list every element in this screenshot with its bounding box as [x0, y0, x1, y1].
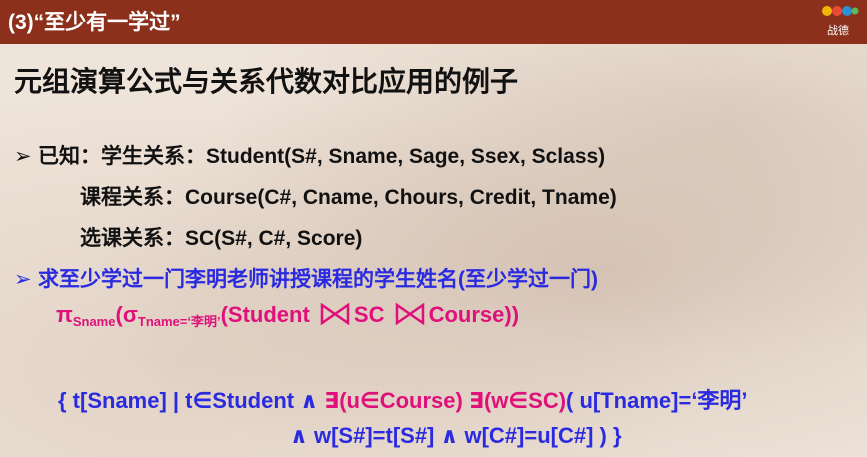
pi-subscript: Sname — [72, 314, 116, 329]
sc-label: 选课关系： — [80, 227, 185, 250]
calculus-part1: { t[Sname] | t∈Student ∧ — [58, 388, 325, 413]
slide-title: (3)“至少有一学过” — [8, 11, 181, 34]
query-text: 求至少学过一门李明老师讲授课程的学生姓名(至少学过一门) — [38, 268, 598, 291]
tuple-calculus-line1: { t[Sname] | t∈Student ∧ ∃(u∈Course) ∃(w… — [58, 383, 748, 415]
known-lead: 已知：学生关系： — [38, 145, 206, 168]
relational-algebra-formula: πSname(σTname=‘李明’(Student SC Course)) — [56, 302, 519, 330]
title-bar: (3)“至少有一学过” 战德 — [0, 0, 867, 44]
sc-schema: SC(S#, C#, Score) — [185, 227, 363, 250]
pi-symbol: π — [56, 302, 73, 327]
logo-text: 战德 — [827, 24, 849, 37]
natural-join-icon — [395, 303, 424, 325]
known-sc-line: 选课关系：SC(S#, C#, Score) — [80, 222, 362, 252]
student-relation: (Student — [220, 302, 310, 327]
slide-heading: 元组演算公式与关系代数对比应用的例子 — [14, 66, 519, 97]
natural-join-icon — [320, 303, 350, 325]
known-course-line: 课程关系：Course(C#, Cname, Chours, Credit, T… — [80, 181, 617, 211]
tuple-calculus-line2: ∧ w[S#]=t[S#] ∧ w[C#]=u[C#] ) } — [290, 423, 622, 448]
course-schema: Course(C#, Cname, Chours, Credit, Tname) — [185, 186, 617, 209]
sigma-subscript: Tname=‘李明’ — [137, 314, 221, 329]
logo-icon — [822, 6, 859, 16]
paren-open: ( — [115, 302, 123, 327]
calculus-exists: ∃(u∈Course) ∃(w∈SC) — [324, 388, 567, 413]
bullet-arrow-icon: ➢ — [14, 268, 32, 291]
course-label: 课程关系： — [80, 186, 185, 209]
logo: 战德 — [817, 2, 861, 40]
sc-relation: SC — [353, 302, 385, 327]
course-relation: Course)) — [428, 302, 520, 327]
sigma-symbol: σ — [122, 302, 138, 327]
calculus-part2: ( u[Tname]=‘李明’ — [566, 388, 748, 413]
bullet-arrow-icon: ➢ — [14, 145, 32, 168]
student-schema: Student(S#, Sname, Sage, Ssex, Sclass) — [206, 145, 606, 168]
query-line: ➢ 求至少学过一门李明老师讲授课程的学生姓名(至少学过一门) — [14, 263, 598, 293]
known-student-line: ➢ 已知：学生关系：Student(S#, Sname, Sage, Ssex, … — [14, 140, 605, 170]
